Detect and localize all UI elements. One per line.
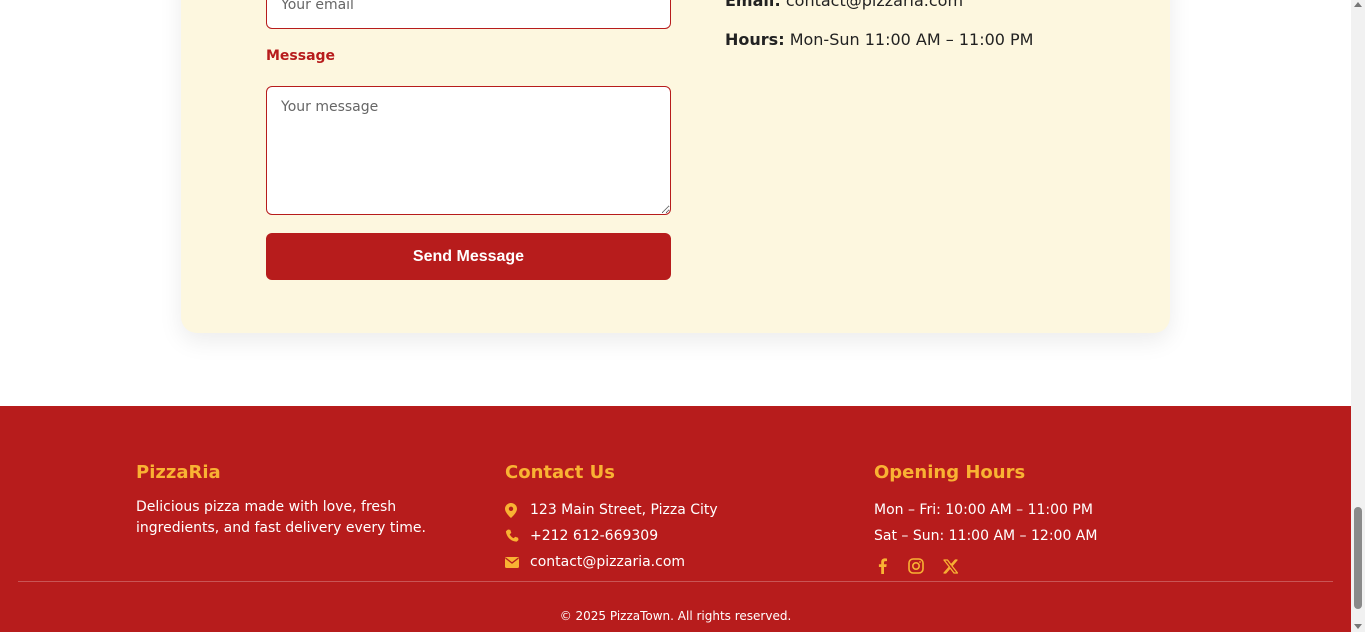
footer-phone-text: +212 612-669309: [530, 528, 659, 544]
phone-icon: [505, 529, 527, 543]
footer-about: PizzaRia Delicious pizza made with love,…: [136, 462, 476, 539]
footer: PizzaRia Delicious pizza made with love,…: [0, 406, 1351, 632]
x-icon[interactable]: [942, 557, 958, 575]
scrollbar-thumb[interactable]: [1354, 507, 1362, 609]
scroll-down-arrow-icon[interactable]: [1354, 624, 1362, 629]
copyright: © 2025 PizzaTown. All rights reserved.: [559, 609, 792, 623]
info-hours: Hours: Mon-Sun 11:00 AM – 11:00 PM: [725, 30, 1033, 49]
social-links: [874, 557, 1214, 575]
footer-address-text: 123 Main Street, Pizza City: [530, 502, 718, 518]
scrollbar[interactable]: [1351, 0, 1365, 632]
footer-phone: +212 612-669309: [505, 523, 845, 549]
info-email: Email: contact@pizzaria.com: [725, 0, 963, 10]
envelope-icon: [505, 556, 527, 568]
footer-contact: Contact Us 123 Main Street, Pizza City +…: [505, 462, 845, 575]
footer-brand: PizzaRia: [136, 462, 221, 483]
map-pin-icon: [505, 502, 527, 518]
footer-divider: [18, 581, 1333, 582]
footer-hours: Opening Hours Mon – Fri: 10:00 AM – 11:0…: [874, 462, 1214, 575]
facebook-icon[interactable]: [874, 557, 890, 575]
message-label: Message: [266, 48, 336, 64]
footer-weekend-hours: Sat – Sun: 11:00 AM – 12:00 AM: [874, 528, 1098, 544]
info-hours-value: Mon-Sun 11:00 AM – 11:00 PM: [789, 30, 1034, 49]
info-hours-label: Hours:: [725, 30, 785, 49]
info-email-value: contact@pizzaria.com: [785, 0, 964, 10]
footer-about-text: Delicious pizza made with love, fresh in…: [136, 499, 426, 536]
scroll-up-arrow-icon[interactable]: [1354, 2, 1362, 7]
footer-contact-title: Contact Us: [505, 462, 616, 483]
page: Message Send Message Email: contact@pizz…: [0, 0, 1365, 632]
instagram-icon[interactable]: [908, 557, 924, 575]
send-message-button[interactable]: Send Message: [266, 233, 671, 280]
footer-email-text: contact@pizzaria.com: [530, 554, 686, 570]
info-email-label: Email:: [725, 0, 781, 10]
message-input[interactable]: [266, 86, 671, 215]
footer-weekday-hours: Mon – Fri: 10:00 AM – 11:00 PM: [874, 502, 1093, 518]
footer-address: 123 Main Street, Pizza City: [505, 497, 845, 523]
footer-hours-title: Opening Hours: [874, 462, 1026, 483]
email-input[interactable]: [266, 0, 671, 29]
footer-email: contact@pizzaria.com: [505, 549, 845, 575]
